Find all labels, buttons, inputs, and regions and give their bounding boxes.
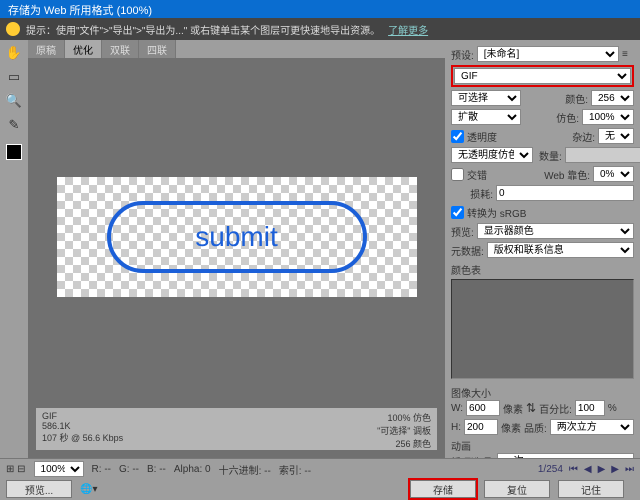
- colors-select[interactable]: 256: [591, 90, 634, 106]
- loop-select[interactable]: 一次: [497, 453, 634, 458]
- tip-text: 提示：使用"文件">"导出">"导出为..." 或右键单击某个图层可更快速地导出…: [26, 22, 380, 37]
- hand-tool-icon[interactable]: ✋: [4, 44, 24, 62]
- remember-button[interactable]: 记住: [558, 480, 624, 498]
- info-colors: 256 颜色: [377, 437, 431, 450]
- trans-dither-select[interactable]: 无透明度仿色: [451, 147, 533, 163]
- tool-strip: ✋ ▭ 🔍 ✎: [0, 40, 28, 458]
- frame-nav: 1/254 ⏮ ◀ ▶ ▶ ⏭: [538, 464, 634, 475]
- settings-panel: 预设: [未命名] ≡ GIF 可选择 颜色: 256 扩散 仿色: 100% …: [445, 40, 640, 458]
- px-label-h: 像素: [501, 420, 521, 435]
- amount-label: 数量:: [539, 148, 562, 163]
- height-label: H:: [451, 422, 461, 433]
- artwork-checker: submit: [57, 177, 417, 297]
- quality-label: 品质:: [524, 420, 547, 435]
- prev-frame-icon[interactable]: ◀: [584, 464, 592, 475]
- transparency-label: 透明度: [467, 129, 497, 144]
- preview-info: GIF 586.1K 107 秒 @ 56.6 Kbps 100% 仿色 "可选…: [36, 408, 437, 450]
- preset-label: 预设:: [451, 47, 474, 62]
- window-title: 存储为 Web 所用格式 (100%): [0, 0, 640, 18]
- px-label-w: 像素: [503, 401, 523, 416]
- browser-icon[interactable]: 🌐▾: [80, 484, 97, 495]
- dither-select[interactable]: 100%: [582, 109, 634, 125]
- color-swatch[interactable]: [6, 144, 22, 160]
- alpha-value: Alpha: 0: [174, 464, 211, 475]
- websnap-label: Web 靠色:: [544, 167, 590, 182]
- preview-select[interactable]: 显示器颜色: [477, 223, 634, 239]
- b-value: B: --: [147, 464, 166, 475]
- info-size: 586.1K: [42, 421, 377, 431]
- dither-type-select[interactable]: 扩散: [451, 109, 521, 125]
- preview-tabs: 原稿 优化 双联 四联: [28, 40, 445, 58]
- r-value: R: --: [92, 464, 111, 475]
- websnap-select[interactable]: 0%: [593, 166, 634, 182]
- colortable-label: 颜色表: [451, 262, 634, 277]
- info-palette: "可选择" 调板: [377, 424, 431, 437]
- tab-original[interactable]: 原稿: [28, 40, 65, 58]
- anim-label: 动画: [451, 438, 634, 453]
- g-value: G: --: [119, 464, 139, 475]
- hex-value: 十六进制: --: [219, 462, 271, 477]
- zoom-select[interactable]: 100%: [34, 461, 84, 477]
- preview-label: 预览:: [451, 224, 474, 239]
- preset-select[interactable]: [未命名]: [477, 46, 619, 62]
- quality-select[interactable]: 两次立方: [550, 419, 634, 435]
- lossy-input[interactable]: [496, 185, 634, 201]
- meta-label: 元数据:: [451, 243, 484, 258]
- info-format: GIF: [42, 411, 377, 421]
- play-icon[interactable]: ▶: [598, 464, 606, 475]
- imgsize-label: 图像大小: [451, 385, 634, 400]
- matte-select[interactable]: 无: [598, 128, 634, 144]
- tab-4up[interactable]: 四联: [139, 40, 176, 58]
- learn-more-link[interactable]: 了解更多: [388, 22, 428, 37]
- loop-label: 循环选项:: [451, 454, 494, 459]
- bottom-bar: ⊞ ⊟ 100% R: -- G: -- B: -- Alpha: 0 十六进制…: [0, 458, 640, 500]
- first-frame-icon[interactable]: ⏮: [569, 464, 578, 475]
- tab-2up[interactable]: 双联: [102, 40, 139, 58]
- meta-select[interactable]: 版权和联系信息: [487, 242, 634, 258]
- preview-button[interactable]: 预览...: [6, 480, 72, 498]
- link-icon[interactable]: ⇅: [526, 401, 536, 415]
- slice-tool-icon[interactable]: ▭: [4, 68, 24, 86]
- percent-label: 百分比:: [539, 401, 572, 416]
- next-frame-icon[interactable]: ▶: [611, 464, 619, 475]
- reset-button[interactable]: 复位: [484, 480, 550, 498]
- percent-input[interactable]: [575, 400, 605, 416]
- submit-text: submit: [195, 221, 277, 253]
- save-button[interactable]: 存储: [410, 480, 476, 498]
- layout-icons[interactable]: ⊞ ⊟: [6, 464, 26, 475]
- lossy-label: 损耗:: [470, 186, 493, 201]
- matte-label: 杂边:: [572, 129, 595, 144]
- tip-bar: 提示：使用"文件">"导出">"导出为..." 或右键单击某个图层可更快速地导出…: [0, 18, 640, 40]
- lightbulb-icon: [6, 22, 20, 36]
- palette-select[interactable]: 可选择: [451, 90, 521, 106]
- amount-input: [565, 147, 640, 163]
- colors-label: 颜色:: [565, 91, 588, 106]
- last-frame-icon[interactable]: ⏭: [625, 464, 634, 475]
- interlace-checkbox[interactable]: [451, 168, 464, 181]
- eyedropper-tool-icon[interactable]: ✎: [4, 116, 24, 134]
- srgb-checkbox[interactable]: [451, 206, 464, 219]
- index-value: 索引: --: [279, 462, 311, 477]
- info-dither: 100% 仿色: [377, 411, 431, 424]
- color-table[interactable]: [451, 279, 634, 379]
- srgb-label: 转换为 sRGB: [467, 205, 526, 220]
- interlace-label: 交错: [467, 167, 487, 182]
- transparency-checkbox[interactable]: [451, 130, 464, 143]
- preset-menu-icon[interactable]: ≡: [622, 49, 634, 60]
- frame-counter: 1/254: [538, 464, 563, 475]
- width-input[interactable]: [466, 400, 500, 416]
- tab-optimized[interactable]: 优化: [65, 40, 102, 58]
- submit-shape: submit: [107, 201, 367, 273]
- width-label: W:: [451, 403, 463, 414]
- canvas[interactable]: submit: [36, 66, 437, 408]
- format-select[interactable]: GIF: [454, 68, 631, 84]
- zoom-tool-icon[interactable]: 🔍: [4, 92, 24, 110]
- dither-label: 仿色:: [556, 110, 579, 125]
- info-timing: 107 秒 @ 56.6 Kbps: [42, 431, 377, 444]
- height-input[interactable]: [464, 419, 498, 435]
